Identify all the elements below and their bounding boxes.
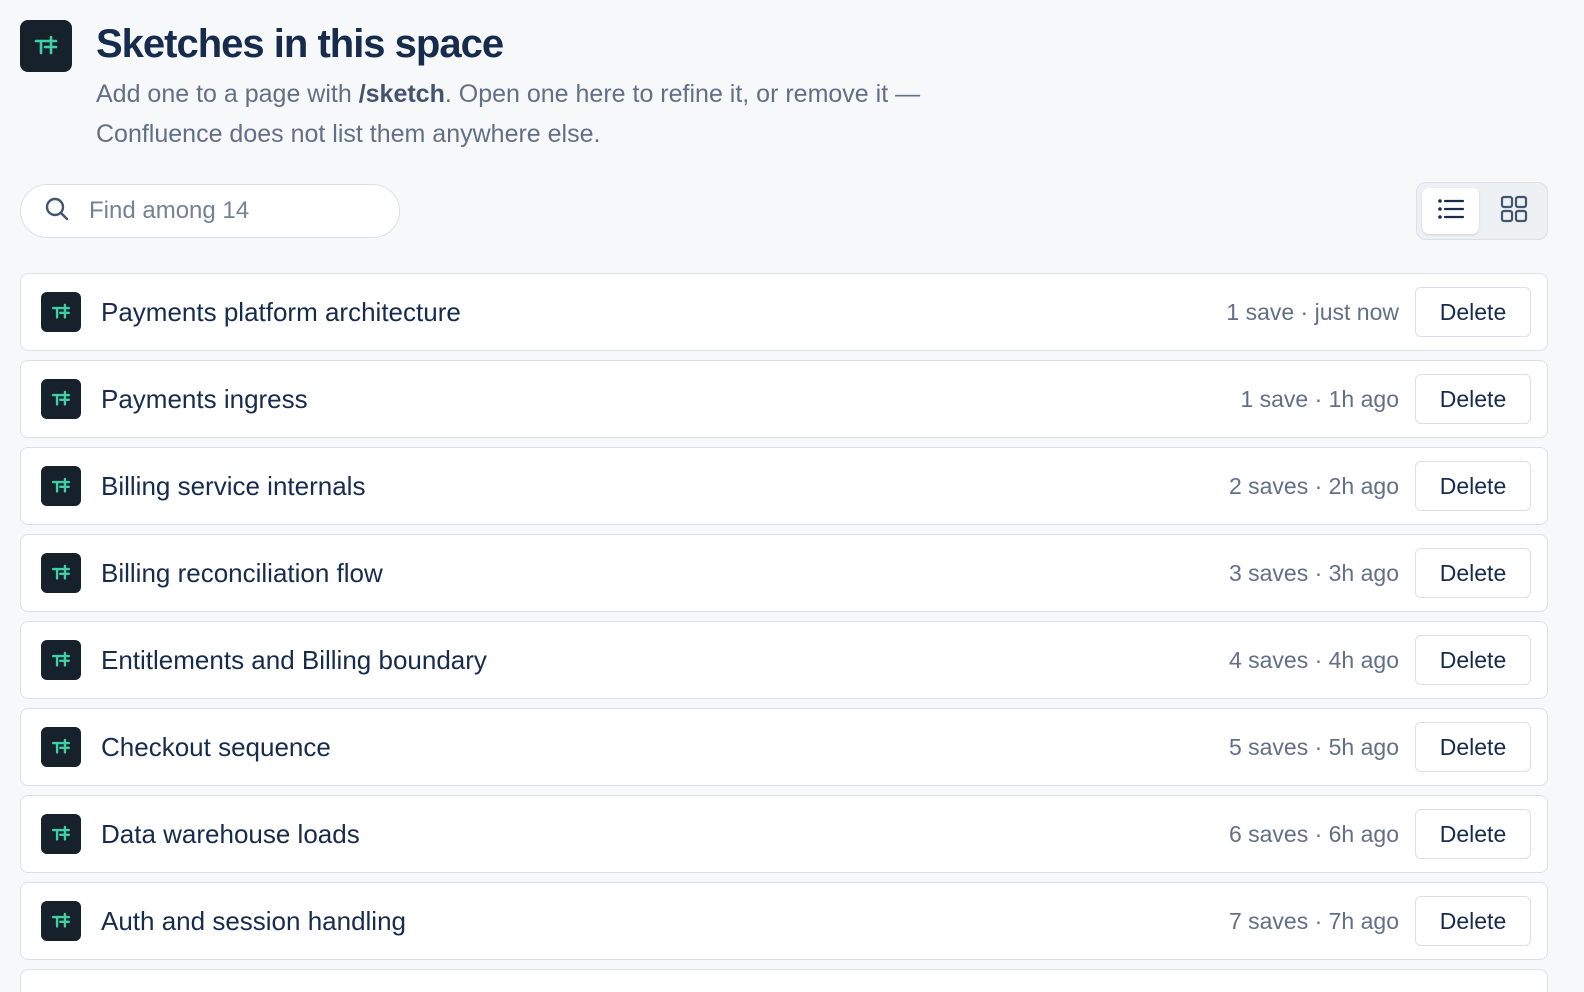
sketch-icon [41, 292, 81, 332]
search-icon [43, 195, 71, 228]
grid-icon [1500, 195, 1528, 228]
search-box[interactable] [20, 184, 400, 238]
sketch-row[interactable]: Data warehouse loads 6 saves · 6h ago De… [20, 795, 1548, 873]
grid-view-button[interactable] [1485, 188, 1542, 234]
sketch-icon [41, 814, 81, 854]
page-subtitle: Add one to a page with /sketch. Open one… [96, 74, 1016, 154]
page-title: Sketches in this space [96, 22, 504, 66]
delete-button[interactable]: Delete [1415, 287, 1531, 337]
sketch-title[interactable]: Entitlements and Billing boundary [101, 645, 1229, 676]
sketch-icon [41, 553, 81, 593]
sketch-title[interactable]: Billing reconciliation flow [101, 558, 1229, 589]
title-block: Sketches in this space Add one to a page… [96, 20, 1016, 154]
sketch-icon [41, 727, 81, 767]
sketch-command: /sketch [358, 80, 445, 108]
subtitle-text-start: Add one to a page with [96, 80, 359, 108]
sketch-title[interactable]: Data warehouse loads [101, 819, 1229, 850]
sketch-row[interactable]: Entitlements and Billing boundary 4 save… [20, 621, 1548, 699]
sketch-list: Payments platform architecture 1 save · … [20, 273, 1548, 992]
sketch-title[interactable]: Checkout sequence [101, 732, 1229, 763]
sketch-meta: 1 save · just now [1226, 298, 1399, 325]
sketch-row[interactable]: Checkout sequence 5 saves · 5h ago Delet… [20, 708, 1548, 786]
delete-button[interactable]: Delete [1415, 635, 1531, 685]
sketch-title[interactable]: Billing service internals [101, 471, 1229, 502]
sketch-meta: 3 saves · 3h ago [1228, 559, 1399, 586]
sketch-meta: 4 saves · 4h ago [1228, 646, 1399, 673]
sketches-page: Sketches in this space Add one to a page… [0, 0, 1584, 992]
sketch-row[interactable]: Billing service internals 2 saves · 2h a… [20, 447, 1548, 525]
delete-button[interactable]: Delete [1415, 896, 1531, 946]
sketch-meta: 5 saves · 5h ago [1228, 733, 1399, 760]
sketch-row-partial[interactable] [20, 969, 1548, 992]
sketch-meta: 7 saves · 7h ago [1228, 907, 1399, 934]
sketch-icon [41, 901, 81, 941]
delete-button[interactable]: Delete [1415, 722, 1531, 772]
sketch-title[interactable]: Auth and session handling [101, 906, 1229, 937]
delete-button[interactable]: Delete [1415, 461, 1531, 511]
sketch-title[interactable]: Payments platform architecture [101, 297, 1226, 328]
sketch-row[interactable]: Payments ingress 1 save · 1h ago Delete [20, 360, 1548, 438]
view-toggle [1416, 182, 1548, 240]
delete-button[interactable]: Delete [1415, 548, 1531, 598]
list-view-button[interactable] [1422, 188, 1479, 234]
sketch-meta: 2 saves · 2h ago [1228, 472, 1399, 499]
sketch-row[interactable]: Billing reconciliation flow 3 saves · 3h… [20, 534, 1548, 612]
list-icon [1437, 197, 1465, 226]
page-header: Sketches in this space Add one to a page… [20, 20, 1016, 154]
delete-button[interactable]: Delete [1415, 809, 1531, 859]
delete-button[interactable]: Delete [1415, 374, 1531, 424]
sketch-icon [41, 640, 81, 680]
sketch-meta: 6 saves · 6h ago [1228, 820, 1399, 847]
sketch-title[interactable]: Payments ingress [101, 384, 1240, 415]
sketch-app-icon [20, 20, 72, 72]
sketch-meta: 1 save · 1h ago [1240, 385, 1399, 412]
sketch-row[interactable]: Auth and session handling 7 saves · 7h a… [20, 882, 1548, 960]
sketch-icon [41, 379, 81, 419]
search-input[interactable] [87, 196, 361, 226]
sketch-icon [41, 466, 81, 506]
sketch-row[interactable]: Payments platform architecture 1 save · … [20, 273, 1548, 351]
